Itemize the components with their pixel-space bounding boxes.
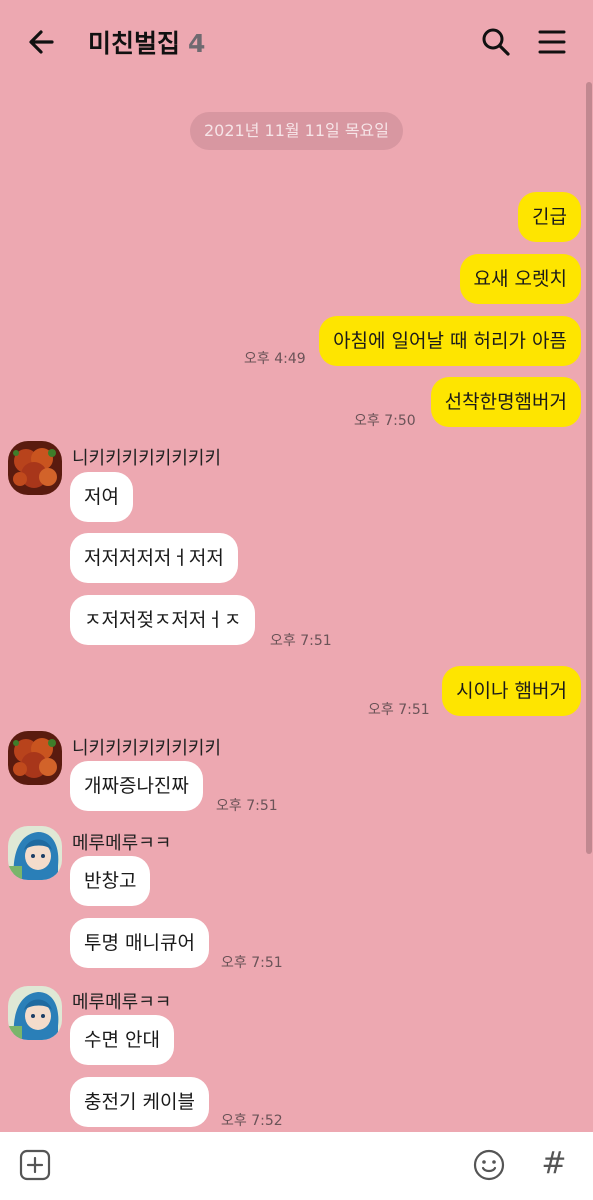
avatar[interactable] — [8, 731, 62, 785]
their-message[interactable]: 저저저저저ㅓ저저 — [70, 533, 238, 583]
their-message[interactable]: 투명 매니큐어 — [70, 918, 209, 968]
their-message[interactable]: 충전기 케이블 — [70, 1077, 209, 1127]
plus-square-icon — [19, 1149, 51, 1181]
sender-name: 니키키키키키키키키 — [72, 448, 222, 469]
scrollbar[interactable] — [586, 82, 592, 854]
attach-button[interactable] — [18, 1148, 52, 1182]
search-icon — [482, 28, 510, 56]
chat-title: 미친벌집 4 — [88, 24, 205, 60]
smiley-icon — [473, 1149, 505, 1181]
message-time: 오후 7:51 — [216, 798, 278, 814]
message-time: 오후 7:50 — [354, 413, 416, 429]
message-time: 오후 7:51 — [221, 955, 283, 971]
member-count: 4 — [188, 29, 206, 58]
arrow-left-icon — [29, 30, 54, 54]
their-message[interactable]: 개짜증나진짜 — [70, 761, 203, 811]
my-message[interactable]: 선착한명햄버거 — [430, 377, 581, 427]
sender-name: 메루메루ㅋㅋ — [72, 992, 172, 1013]
menu-button[interactable] — [532, 22, 572, 62]
hashtag-button[interactable]: # — [536, 1146, 572, 1182]
message-time: 오후 7:51 — [270, 633, 332, 649]
fried-chicken-avatar-icon — [8, 731, 62, 785]
avatar[interactable] — [8, 826, 62, 880]
avatar[interactable] — [8, 986, 62, 1040]
hamburger-menu-icon — [538, 30, 566, 54]
chat-header: 미친벌집 4 — [0, 0, 593, 82]
anime-girl-avatar-icon — [8, 986, 62, 1040]
message-time: 오후 7:52 — [221, 1113, 283, 1129]
search-button[interactable] — [476, 22, 516, 62]
anime-girl-avatar-icon — [8, 826, 62, 880]
sender-name: 메루메루ㅋㅋ — [72, 833, 172, 854]
date-separator: 2021년 11월 11일 목요일 — [190, 112, 403, 150]
my-message[interactable]: 아침에 일어날 때 허리가 아픔 — [319, 316, 581, 366]
my-message[interactable]: 시이나 햄버거 — [442, 666, 581, 716]
message-time: 오후 4:49 — [244, 351, 306, 367]
their-message[interactable]: ㅈ저저젖ㅈ저저ㅓㅈ — [70, 595, 256, 645]
my-message[interactable]: 요새 오렛치 — [459, 254, 581, 304]
fried-chicken-avatar-icon — [8, 441, 62, 495]
their-message[interactable]: 반창고 — [70, 856, 151, 906]
emoji-button[interactable] — [472, 1148, 506, 1182]
their-message[interactable]: 저여 — [70, 472, 133, 522]
back-button[interactable] — [22, 22, 62, 62]
sender-name: 니키키키키키키키키 — [72, 738, 222, 759]
my-message[interactable]: 긴급 — [518, 192, 581, 242]
room-name: 미친벌집 — [88, 29, 181, 58]
their-message[interactable]: 수면 안대 — [70, 1015, 174, 1065]
message-time: 오후 7:51 — [368, 702, 430, 718]
avatar[interactable] — [8, 441, 62, 495]
message-input-bar: # — [0, 1132, 593, 1200]
